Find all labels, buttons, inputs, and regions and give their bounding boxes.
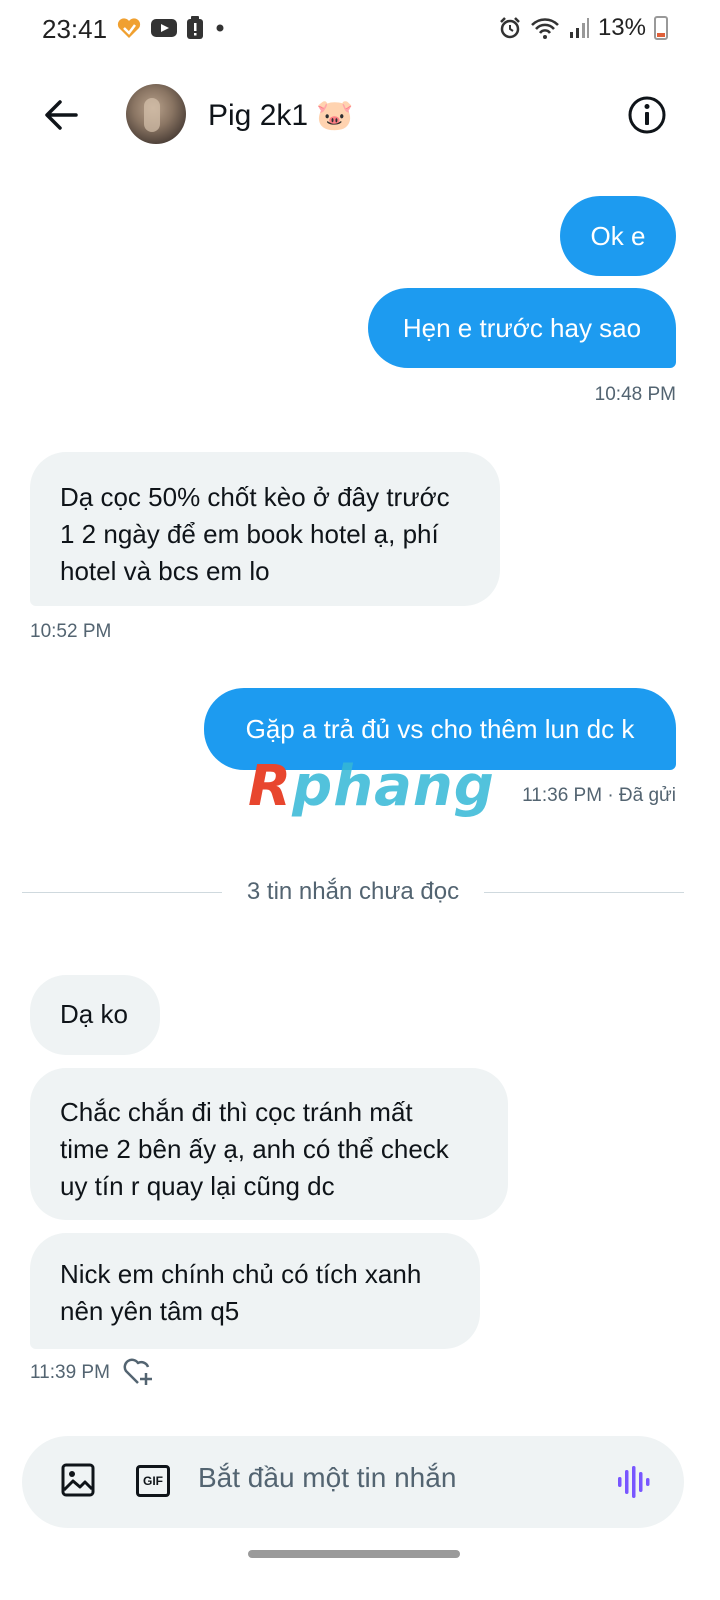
conversation-header: Pig 2k1 🐷 [0, 78, 720, 154]
voice-icon[interactable] [616, 1464, 652, 1500]
message-bubble-incoming[interactable]: Chắc chắn đi thì cọc tránh mất time 2 bê… [30, 1068, 508, 1220]
message-bubble-outgoing[interactable]: Hẹn e trước hay sao [368, 288, 676, 368]
message-text: Dạ ko [60, 999, 128, 1029]
gif-label: GIF [143, 1474, 163, 1488]
home-indicator[interactable] [248, 1550, 460, 1558]
unread-divider-label: 3 tin nhắn chưa đọc [246, 878, 460, 905]
message-timestamp: 10:52 PM [30, 621, 112, 642]
alarm-icon [500, 17, 520, 39]
battery-icon [654, 16, 668, 40]
message-line: Dạ cọc 50% chốt kèo ở đây trước [60, 482, 450, 512]
dot-icon [216, 24, 224, 32]
back-button[interactable] [38, 92, 84, 138]
message-line: Nick em chính chủ có tích xanh [60, 1259, 422, 1289]
message-text: Ok e [590, 220, 646, 251]
react-heart-plus-icon[interactable] [122, 1358, 154, 1386]
watermark-letter: R [248, 754, 293, 819]
watermark-logo: Rphang [248, 754, 495, 819]
message-bubble-incoming[interactable]: Dạ cọc 50% chốt kèo ở đây trước 1 2 ngày… [30, 452, 500, 606]
message-input[interactable]: Bắt đầu một tin nhắn [198, 1462, 456, 1494]
status-bar: 23:41 13% [0, 0, 720, 62]
notification-icons [116, 16, 228, 40]
message-timestamp: 10:48 PM [594, 384, 676, 405]
wifi-icon [531, 18, 559, 39]
conversation-title[interactable]: Pig 2k1 🐷 [208, 98, 354, 133]
message-text: Hẹn e trước hay sao [402, 312, 642, 343]
message-line: time 2 bên ấy ạ, anh có thể check [60, 1134, 449, 1164]
system-icons: 13% [498, 14, 668, 42]
message-line: uy tín r quay lại cũng dc [60, 1171, 335, 1201]
youtube-icon [151, 19, 177, 37]
message-text: Gặp a trả đủ vs cho thêm lun dc k [245, 713, 635, 744]
message-line: Chắc chắn đi thì cọc tránh mất [60, 1097, 413, 1127]
message-line: hotel và bcs em lo [60, 556, 270, 586]
alert-icon [187, 16, 203, 39]
message-line: 1 2 ngày để em book hotel ạ, phí [60, 519, 439, 549]
message-bubble-incoming[interactable]: Dạ ko [30, 975, 160, 1055]
avatar[interactable] [126, 84, 186, 144]
signal-icon [569, 18, 589, 38]
message-bubble-outgoing[interactable]: Ok e [560, 196, 676, 276]
heart-app-icon [117, 18, 141, 38]
info-icon[interactable] [626, 94, 668, 136]
gif-icon[interactable]: GIF [136, 1465, 170, 1497]
message-line: nên yên tâm q5 [60, 1296, 240, 1326]
message-timestamp: 11:39 PM [30, 1362, 110, 1383]
battery-percent: 13% [597, 14, 646, 41]
image-icon[interactable] [60, 1462, 96, 1498]
message-bubble-incoming[interactable]: Nick em chính chủ có tích xanh nên yên t… [30, 1233, 480, 1349]
message-composer: GIF Bắt đầu một tin nhắn [22, 1436, 684, 1528]
status-time: 23:41 [42, 14, 108, 44]
watermark-text: phang [292, 754, 495, 819]
